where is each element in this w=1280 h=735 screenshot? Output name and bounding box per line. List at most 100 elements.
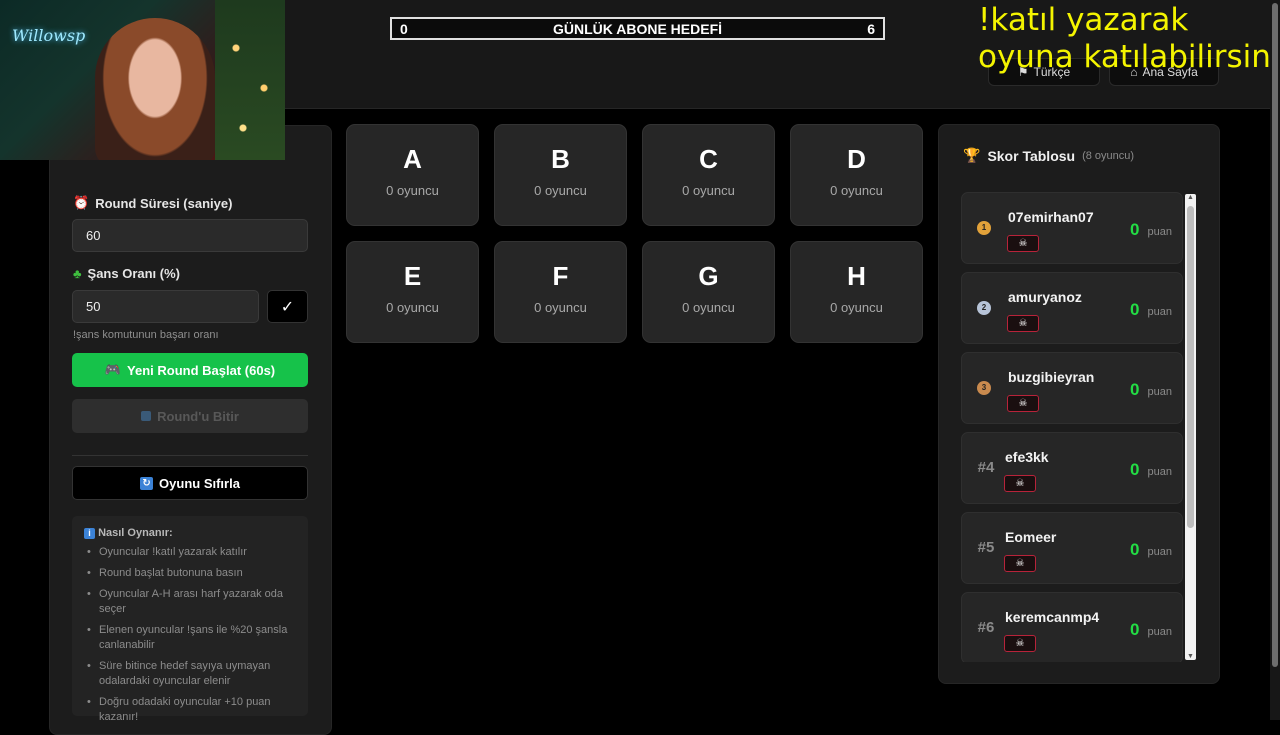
room-e[interactable]: E 0 oyuncu <box>346 241 479 343</box>
scoreboard-row: 3 buzgibieyran ☠ 0 puan <box>961 352 1183 424</box>
player-name: amuryanoz <box>1008 289 1082 305</box>
info-icon: i <box>84 528 95 539</box>
room-player-count: 0 oyuncu <box>830 183 883 198</box>
room-a[interactable]: A 0 oyuncu <box>346 124 479 226</box>
overlay-line-2: oyuna katılabilirsiniz <box>978 39 1280 75</box>
room-letter: H <box>847 261 866 291</box>
chance-rate-input[interactable]: 50 <box>72 290 259 323</box>
player-score: 0 puan <box>1130 460 1172 480</box>
end-round-button[interactable]: Round'u Bitir <box>72 399 308 433</box>
score-value: 0 <box>1130 300 1140 319</box>
score-unit: puan <box>1147 466 1172 478</box>
room-letter: E <box>403 261 422 291</box>
scoreboard-row: #4 efe3kk ☠ 0 puan <box>961 432 1183 504</box>
round-duration-label: ⏰ Round Süresi (saniye) <box>73 195 232 211</box>
skull-icon: ☠ <box>1004 475 1036 492</box>
goal-title: GÜNLÜK ABONE HEDEFİ <box>552 20 723 37</box>
chance-hint: !şans komutunun başarı oranı <box>73 329 219 341</box>
player-score: 0 puan <box>1130 300 1172 320</box>
player-rank: #4 <box>977 459 995 476</box>
confirm-chance-button[interactable]: ✓ <box>267 290 308 323</box>
scoreboard-title-text: Skor Tablosu <box>987 147 1076 164</box>
room-h[interactable]: H 0 oyuncu <box>790 241 923 343</box>
page-scrollbar-thumb[interactable] <box>1272 3 1278 667</box>
player-score: 0 puan <box>1130 620 1172 640</box>
list-item: Süre bitince hedef sayıya uymayan odalar… <box>87 659 296 689</box>
score-unit: puan <box>1147 546 1172 558</box>
score-unit: puan <box>1147 386 1172 398</box>
room-letter: B <box>551 144 570 174</box>
player-name: buzgibieyran <box>1008 369 1095 385</box>
room-letter: G <box>698 261 719 291</box>
gamepad-icon: 🎮 <box>104 362 122 377</box>
alarm-clock-icon: ⏰ <box>73 195 90 210</box>
player-score: 0 puan <box>1130 540 1172 560</box>
list-item: Round başlat butonuna basın <box>87 566 296 581</box>
room-player-count: 0 oyuncu <box>386 183 439 198</box>
refresh-icon: ↻ <box>140 476 154 490</box>
score-unit: puan <box>1147 626 1172 638</box>
score-unit: puan <box>1147 306 1172 318</box>
scrollbar-thumb[interactable] <box>1187 206 1194 528</box>
webcam-overlay: Willowsp <box>0 0 285 160</box>
score-value: 0 <box>1130 380 1140 399</box>
skull-icon: ☠ <box>1007 235 1039 252</box>
list-item: Oyuncular !katıl yazarak katılır <box>87 545 296 560</box>
reset-game-button[interactable]: ↻ Oyunu Sıfırla <box>72 466 308 500</box>
room-letter: D <box>847 144 866 174</box>
skull-icon: ☠ <box>1004 635 1036 652</box>
room-player-count: 0 oyuncu <box>682 183 735 198</box>
scoreboard-scrollbar[interactable]: ▲ ▼ <box>1185 194 1196 660</box>
scoreboard-row: 1 07emirhan07 ☠ 0 puan <box>961 192 1183 264</box>
player-name: Eomeer <box>1005 529 1057 545</box>
scroll-up-icon[interactable]: ▲ <box>1185 194 1196 201</box>
room-player-count: 0 oyuncu <box>386 300 439 315</box>
overlay-line-1: !katıl yazarak <box>978 2 1189 38</box>
streamer-image <box>95 18 215 160</box>
start-round-label: Yeni Round Başlat (60s) <box>127 362 276 378</box>
how-to-play-title-text: Nasıl Oynanır: <box>98 527 173 539</box>
score-unit: puan <box>1147 226 1172 238</box>
player-rank: #5 <box>977 539 995 556</box>
room-c[interactable]: C 0 oyuncu <box>642 124 775 226</box>
stream-overlay-text: !katıl yazarak oyuna katılabilirsiniz <box>978 2 1280 76</box>
room-player-count: 0 oyuncu <box>534 183 587 198</box>
room-letter: A <box>403 144 422 174</box>
player-name: efe3kk <box>1005 449 1049 465</box>
score-value: 0 <box>1130 540 1140 559</box>
stop-icon <box>141 411 152 421</box>
divider <box>72 455 308 456</box>
list-item: Doğru odadaki oyuncular +10 puan kazanır… <box>87 695 296 725</box>
player-rank: #6 <box>977 619 995 636</box>
skull-icon: ☠ <box>1007 315 1039 332</box>
room-player-count: 0 oyuncu <box>830 300 883 315</box>
chance-rate-label-text: Şans Oranı (%) <box>87 266 180 281</box>
room-d[interactable]: D 0 oyuncu <box>790 124 923 226</box>
page-scrollbar[interactable] <box>1270 0 1280 720</box>
reset-game-label: Oyunu Sıfırla <box>159 475 240 491</box>
start-round-button[interactable]: 🎮 Yeni Round Başlat (60s) <box>72 353 308 387</box>
scoreboard-list[interactable]: 1 07emirhan07 ☠ 0 puan 2 amuryanoz ☠ 0 p… <box>961 192 1197 662</box>
room-g[interactable]: G 0 oyuncu <box>642 241 775 343</box>
how-to-play-list: Oyuncular !katıl yazarak katılır Round b… <box>84 545 296 725</box>
player-count: (8 oyuncu) <box>1082 149 1135 162</box>
goal-end-value: 6 <box>867 20 875 37</box>
round-duration-input[interactable]: 60 <box>72 219 308 252</box>
bronze-medal-icon: 3 <box>977 381 991 395</box>
score-value: 0 <box>1130 620 1140 639</box>
how-to-play-box: i Nasıl Oynanır: Oyuncular !katıl yazara… <box>72 516 308 723</box>
gold-medal-icon: 1 <box>977 221 991 235</box>
skull-icon: ☠ <box>1004 555 1036 572</box>
list-item: Oyuncular A-H arası harf yazarak oda seç… <box>87 587 296 617</box>
player-score: 0 puan <box>1130 220 1172 240</box>
room-letter: C <box>699 144 718 174</box>
room-b[interactable]: B 0 oyuncu <box>494 124 627 226</box>
silver-medal-icon: 2 <box>977 301 991 315</box>
end-round-label: Round'u Bitir <box>157 408 239 424</box>
room-f[interactable]: F 0 oyuncu <box>494 241 627 343</box>
trophy-icon: 🏆 <box>963 147 981 163</box>
scroll-down-icon[interactable]: ▼ <box>1185 653 1196 660</box>
round-duration-label-text: Round Süresi (saniye) <box>95 195 233 211</box>
room-player-count: 0 oyuncu <box>534 300 587 315</box>
scoreboard-row: #5 Eomeer ☠ 0 puan <box>961 512 1183 584</box>
